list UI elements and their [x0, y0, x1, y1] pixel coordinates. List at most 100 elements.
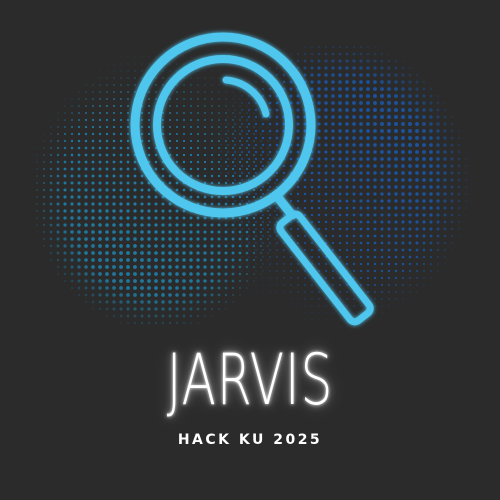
halftone-dot	[196, 216, 200, 220]
halftone-dot	[161, 167, 165, 171]
halftone-dot	[450, 157, 454, 161]
halftone-dot	[416, 291, 418, 293]
halftone-dot	[204, 112, 206, 114]
halftone-dot	[380, 164, 384, 168]
halftone-dot	[380, 115, 384, 119]
halftone-dot	[154, 237, 158, 241]
halftone-dot	[238, 258, 242, 262]
halftone-dot	[253, 147, 255, 149]
halftone-dot	[443, 234, 447, 238]
halftone-dot	[112, 265, 116, 269]
halftone-dot	[268, 108, 272, 112]
halftone-dot	[133, 307, 137, 311]
halftone-dot	[141, 77, 143, 79]
halftone-dot	[275, 66, 279, 70]
halftone-dot	[331, 136, 335, 140]
halftone-dot	[443, 248, 447, 252]
halftone-dot	[401, 227, 405, 231]
halftone-dot	[105, 125, 109, 129]
halftone-dot	[296, 150, 300, 154]
halftone-dot	[231, 181, 235, 185]
halftone-dot	[373, 241, 377, 245]
halftone-dot	[63, 181, 67, 185]
halftone-dot	[415, 276, 419, 280]
halftone-dot	[224, 272, 228, 276]
halftone-dot	[168, 244, 172, 248]
halftone-dot	[394, 150, 398, 154]
halftone-dot	[162, 112, 164, 114]
halftone-dot	[281, 182, 283, 184]
halftone-dot	[50, 126, 52, 128]
halftone-dot	[56, 167, 60, 171]
halftone-dot	[168, 146, 172, 150]
halftone-dot	[252, 195, 256, 199]
halftone-dot	[84, 230, 88, 234]
halftone-dot	[380, 66, 384, 70]
halftone-dot	[92, 70, 94, 72]
halftone-dot	[213, 242, 215, 244]
halftone-dot	[317, 80, 321, 84]
halftone-dot	[232, 140, 234, 142]
halftone-dot	[260, 126, 262, 128]
halftone-dot	[450, 115, 454, 119]
halftone-dot	[49, 153, 53, 157]
halftone-dot	[147, 237, 151, 241]
halftone-dot	[366, 136, 370, 140]
halftone-dot	[443, 206, 447, 210]
halftone-dot	[373, 94, 377, 98]
halftone-dot	[253, 133, 255, 135]
halftone-dot	[345, 255, 349, 259]
halftone-dot	[119, 300, 123, 304]
halftone-dot	[338, 220, 342, 224]
halftone-dot	[84, 293, 88, 297]
halftone-dot	[253, 140, 255, 142]
halftone-dot	[429, 227, 433, 231]
halftone-dot	[92, 84, 94, 86]
halftone-dot	[352, 185, 356, 189]
halftone-dot	[126, 272, 130, 276]
halftone-dot	[331, 73, 335, 77]
halftone-dot	[436, 206, 440, 210]
halftone-dot	[324, 164, 328, 168]
halftone-dot	[161, 244, 165, 248]
halftone-dot	[161, 125, 165, 129]
halftone-dot	[241, 95, 243, 97]
halftone-dot	[77, 139, 81, 143]
halftone-dot	[105, 167, 109, 171]
halftone-dot	[387, 122, 391, 126]
halftone-dot	[77, 181, 81, 185]
halftone-dot	[366, 227, 370, 231]
halftone-dot	[119, 160, 123, 164]
halftone-dot	[147, 251, 151, 255]
halftone-dot	[359, 108, 363, 112]
halftone-dot	[261, 129, 265, 133]
halftone-dot	[77, 279, 81, 283]
halftone-dot	[119, 216, 123, 220]
halftone-dot	[189, 314, 193, 318]
halftone-dot	[429, 136, 433, 140]
halftone-dot	[56, 258, 60, 262]
halftone-dot	[42, 174, 46, 178]
halftone-dot	[324, 157, 328, 161]
halftone-dot	[267, 133, 269, 135]
halftone-dot	[189, 258, 193, 262]
halftone-dot	[359, 143, 363, 147]
halftone-dot	[227, 256, 229, 258]
halftone-dot	[415, 150, 419, 154]
halftone-dot	[317, 178, 321, 182]
halftone-dot	[260, 273, 262, 275]
halftone-dot	[346, 298, 348, 300]
halftone-dot	[408, 122, 412, 126]
halftone-dot	[346, 284, 348, 286]
halftone-dot	[359, 66, 363, 70]
halftone-dot	[231, 286, 235, 290]
halftone-dot	[324, 115, 328, 119]
halftone-dot	[217, 265, 221, 269]
halftone-dot	[296, 227, 300, 231]
halftone-dot	[297, 277, 299, 279]
halftone-dot	[408, 248, 412, 252]
halftone-dot	[359, 213, 363, 217]
halftone-dot	[154, 209, 158, 213]
halftone-dot	[317, 157, 321, 161]
halftone-dot	[450, 178, 454, 182]
